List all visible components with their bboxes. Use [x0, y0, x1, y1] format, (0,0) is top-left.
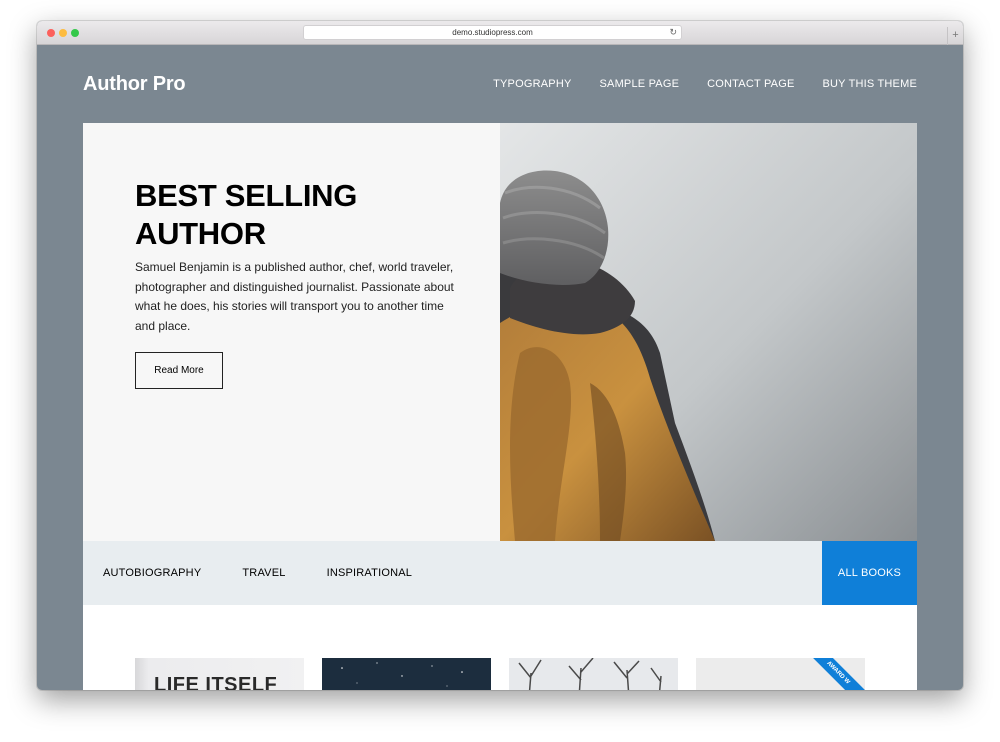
book-card[interactable]: LIFE ITSELF — [135, 658, 304, 690]
nav-contact-page[interactable]: CONTACT PAGE — [707, 78, 794, 90]
browser-window: demo.studiopress.com ↻ + Author Pro TYPO… — [37, 21, 963, 690]
hero-title: BEST SELLING AUTHOR — [135, 178, 358, 251]
site-header: Author Pro TYPOGRAPHY SAMPLE PAGE CONTAC… — [37, 45, 963, 123]
url-text: demo.studiopress.com — [452, 28, 533, 37]
category-bar: AUTOBIOGRAPHY TRAVEL INSPIRATIONAL ALL B… — [83, 541, 917, 605]
books-grid: LIFE ITSELF AWARD W — [83, 605, 917, 690]
category-inspirational[interactable]: INSPIRATIONAL — [327, 567, 413, 579]
book-card[interactable] — [509, 658, 678, 690]
hero-photo-illustration — [500, 123, 917, 541]
hero-description: Samuel Benjamin is a published author, c… — [135, 260, 454, 333]
book-card[interactable] — [322, 658, 491, 690]
starry-cover-illustration — [341, 662, 463, 687]
award-ribbon: AWARD W — [801, 658, 865, 690]
close-window-button[interactable] — [47, 29, 55, 37]
address-bar[interactable]: demo.studiopress.com ↻ — [303, 25, 682, 40]
main-nav: TYPOGRAPHY SAMPLE PAGE CONTACT PAGE BUY … — [493, 78, 917, 90]
tree-cover-illustration — [518, 658, 662, 690]
minimize-window-button[interactable] — [59, 29, 67, 37]
nav-buy-this-theme[interactable]: BUY THIS THEME — [823, 78, 918, 90]
hero-section: BEST SELLING AUTHOR Samuel Benjamin is a… — [83, 123, 917, 541]
nav-sample-page[interactable]: SAMPLE PAGE — [600, 78, 680, 90]
browser-toolbar: demo.studiopress.com ↻ + — [37, 21, 963, 45]
category-autobiography[interactable]: AUTOBIOGRAPHY — [103, 567, 201, 579]
category-travel[interactable]: TRAVEL — [242, 567, 285, 579]
read-more-button[interactable]: Read More — [135, 352, 223, 389]
site-title[interactable]: Author Pro — [83, 73, 186, 96]
all-books-button[interactable]: ALL BOOKS — [822, 541, 917, 605]
hero-text-panel: BEST SELLING AUTHOR Samuel Benjamin is a… — [83, 123, 500, 541]
zoom-window-button[interactable] — [71, 29, 79, 37]
category-list: AUTOBIOGRAPHY TRAVEL INSPIRATIONAL — [103, 541, 412, 605]
book-card[interactable]: AWARD W — [696, 658, 865, 690]
hero-photo — [500, 123, 917, 541]
book-cover-title: LIFE ITSELF — [154, 674, 278, 690]
nav-typography[interactable]: TYPOGRAPHY — [493, 78, 571, 90]
reload-icon[interactable]: ↻ — [669, 26, 677, 39]
new-tab-button[interactable]: + — [947, 27, 963, 45]
